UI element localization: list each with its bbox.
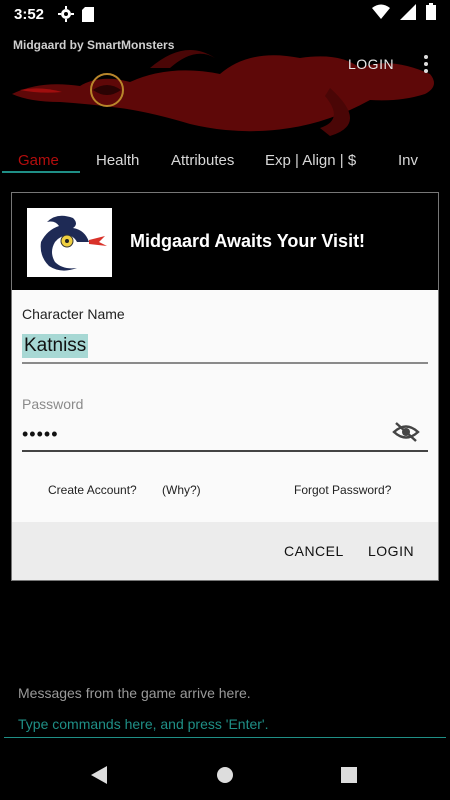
dialog-header: Midgaard Awaits Your Visit! (12, 193, 438, 290)
character-name-underline (22, 362, 428, 364)
nav-bar (0, 750, 450, 800)
tab-game[interactable]: Game (18, 152, 59, 169)
back-icon[interactable] (88, 764, 110, 786)
dragon-logo-icon (27, 208, 112, 277)
gear-icon (58, 6, 75, 22)
password-label: Password (22, 396, 84, 412)
game-messages: Messages from the game arrive here. (18, 685, 251, 701)
forgot-password-link[interactable]: Forgot Password? (294, 483, 391, 497)
dialog-body: Character Name Katniss Password ••••• Cr… (12, 290, 438, 522)
create-account-link[interactable]: Create Account? (48, 483, 137, 497)
tab-bar: Game Health Attributes Exp | Align | $ I… (0, 140, 450, 182)
wifi-icon (372, 4, 390, 24)
tab-inv[interactable]: Inv (398, 152, 418, 169)
status-time: 3:52 (14, 5, 45, 23)
character-name-input[interactable]: Katniss (22, 334, 89, 358)
signal-icon (400, 3, 416, 25)
recents-icon[interactable] (338, 764, 360, 786)
password-underline (22, 450, 428, 452)
status-bar: 3:52 (0, 0, 450, 28)
login-button[interactable]: LOGIN (348, 56, 394, 72)
login-dialog: Midgaard Awaits Your Visit! Character Na… (11, 192, 439, 581)
dialog-login-button[interactable]: LOGIN (368, 543, 414, 559)
tab-exp-align[interactable]: Exp | Align | $ (265, 152, 356, 169)
dialog-title: Midgaard Awaits Your Visit! (130, 231, 366, 251)
command-underline (4, 737, 446, 738)
tab-indicator (2, 171, 80, 173)
tab-health[interactable]: Health (96, 152, 139, 169)
cancel-button[interactable]: CANCEL (284, 543, 344, 559)
overflow-menu-icon[interactable] (418, 52, 434, 76)
battery-icon (426, 3, 436, 25)
visibility-off-icon[interactable] (392, 421, 420, 443)
app-bar: Midgaard by SmartMonsters LOGIN (0, 28, 450, 140)
home-icon[interactable] (214, 764, 236, 786)
password-input[interactable]: ••••• (22, 424, 59, 445)
dialog-actions: CANCEL LOGIN (12, 522, 438, 580)
tab-attributes[interactable]: Attributes (171, 152, 234, 169)
why-link[interactable]: (Why?) (162, 483, 201, 497)
command-input[interactable] (18, 716, 438, 732)
character-name-label: Character Name (22, 306, 125, 322)
app-title: Midgaard by SmartMonsters (13, 38, 175, 52)
sd-card-icon (82, 6, 95, 22)
